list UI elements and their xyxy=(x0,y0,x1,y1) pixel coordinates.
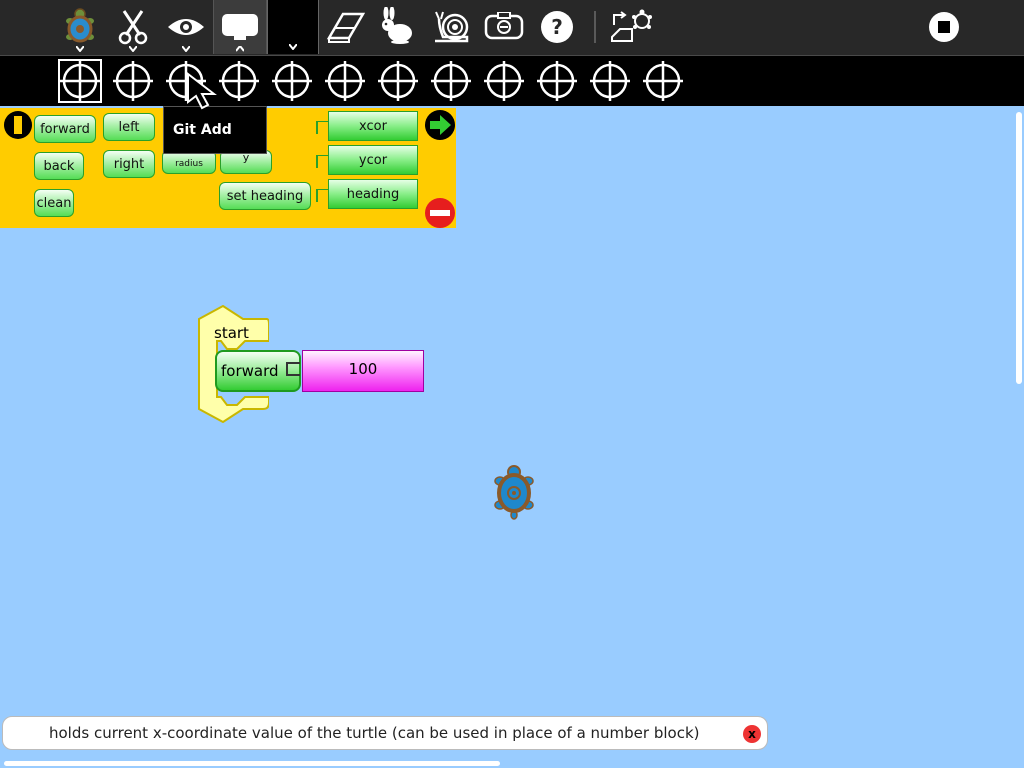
next-palette-arrow-icon[interactable] xyxy=(424,109,456,141)
status-help-bar: holds current x-coordinate value of the … xyxy=(2,716,768,750)
number-block[interactable]: 100 xyxy=(302,350,424,392)
stop-button[interactable] xyxy=(918,0,970,54)
chevron-down-icon xyxy=(182,46,190,52)
view-button[interactable] xyxy=(160,0,212,54)
back-block[interactable]: back xyxy=(34,152,84,180)
palette-tab-2[interactable] xyxy=(111,59,155,103)
palette-hide-icon[interactable] xyxy=(3,110,33,140)
close-icon[interactable]: x xyxy=(743,725,761,743)
main-toolbar: ? xyxy=(0,0,1024,56)
run-slow-button[interactable] xyxy=(425,0,477,54)
palette-selector-button[interactable] xyxy=(267,0,319,54)
mouse-cursor-icon xyxy=(187,72,217,110)
crosshair-icon xyxy=(378,61,418,101)
ycor-block[interactable]: ycor xyxy=(328,145,418,175)
crosshair-icon xyxy=(113,61,153,101)
crosshair-icon xyxy=(272,61,312,101)
right-block[interactable]: right xyxy=(103,150,155,178)
palette-tab-11[interactable] xyxy=(588,59,632,103)
vertical-scrollbar[interactable] xyxy=(1014,108,1024,762)
forward-block[interactable]: forward xyxy=(34,115,96,143)
palette-tab-1[interactable] xyxy=(58,59,102,103)
palette-toggle-button[interactable] xyxy=(213,0,267,54)
crosshair-icon xyxy=(431,61,471,101)
toolbar-separator xyxy=(594,11,596,43)
scissors-icon xyxy=(118,10,148,45)
eraser-button[interactable] xyxy=(319,0,371,54)
chevron-down-icon xyxy=(76,46,84,52)
set-heading-block[interactable]: set heading xyxy=(219,182,311,210)
start-label: start xyxy=(214,324,249,342)
turtle-icon xyxy=(66,8,94,43)
chevron-down-icon xyxy=(129,46,137,52)
chevron-up-icon xyxy=(236,46,244,52)
palette-tab-9[interactable] xyxy=(482,59,526,103)
crosshair-icon xyxy=(590,61,630,101)
eraser-icon xyxy=(326,12,365,43)
edit-button[interactable] xyxy=(107,0,159,54)
vertical-scrollbar-thumb[interactable] xyxy=(1016,112,1022,384)
eye-icon xyxy=(168,19,204,35)
palette-icon xyxy=(222,14,258,40)
help-icon: ? xyxy=(541,11,573,43)
palette-tab-6[interactable] xyxy=(323,59,367,103)
heading-block[interactable]: heading xyxy=(328,179,418,209)
turtle-sprite-icon[interactable] xyxy=(493,465,535,521)
snail-icon xyxy=(435,11,469,43)
horizontal-scrollbar[interactable] xyxy=(0,758,1014,768)
crosshair-icon xyxy=(484,61,524,101)
crosshair-icon xyxy=(325,61,365,101)
turtle-project-button[interactable] xyxy=(54,0,106,54)
svg-text:?: ? xyxy=(551,15,563,39)
stop-icon xyxy=(929,12,959,42)
crosshair-icon xyxy=(537,61,577,101)
share-turtle-icon xyxy=(611,9,652,42)
run-fast-button[interactable] xyxy=(372,0,424,54)
xcor-block[interactable]: xcor xyxy=(328,111,418,141)
crosshair-icon xyxy=(643,61,683,101)
forward-label: forward xyxy=(221,362,279,380)
palette-tab-5[interactable] xyxy=(270,59,314,103)
crosshair-icon xyxy=(60,61,100,101)
palette-tab-7[interactable] xyxy=(376,59,420,103)
share-button[interactable] xyxy=(606,0,658,54)
left-block[interactable]: left xyxy=(103,113,155,141)
palette-tab-12[interactable] xyxy=(641,59,685,103)
delete-icon[interactable] xyxy=(424,197,456,229)
status-text: holds current x-coordinate value of the … xyxy=(49,724,700,742)
palette-tab-8[interactable] xyxy=(429,59,473,103)
clean-block[interactable]: clean xyxy=(34,189,74,217)
rabbit-icon xyxy=(382,7,412,44)
chevron-down-icon xyxy=(289,44,297,50)
palette-tab-10[interactable] xyxy=(535,59,579,103)
hide-blocks-button[interactable] xyxy=(478,0,530,54)
horizontal-scrollbar-thumb[interactable] xyxy=(4,761,500,766)
palette-selector-bar xyxy=(0,56,1024,106)
tooltip: Git Add xyxy=(163,106,267,154)
help-button[interactable]: ? xyxy=(531,0,583,54)
hide-blocks-icon xyxy=(484,12,524,40)
block-connector xyxy=(286,362,300,376)
